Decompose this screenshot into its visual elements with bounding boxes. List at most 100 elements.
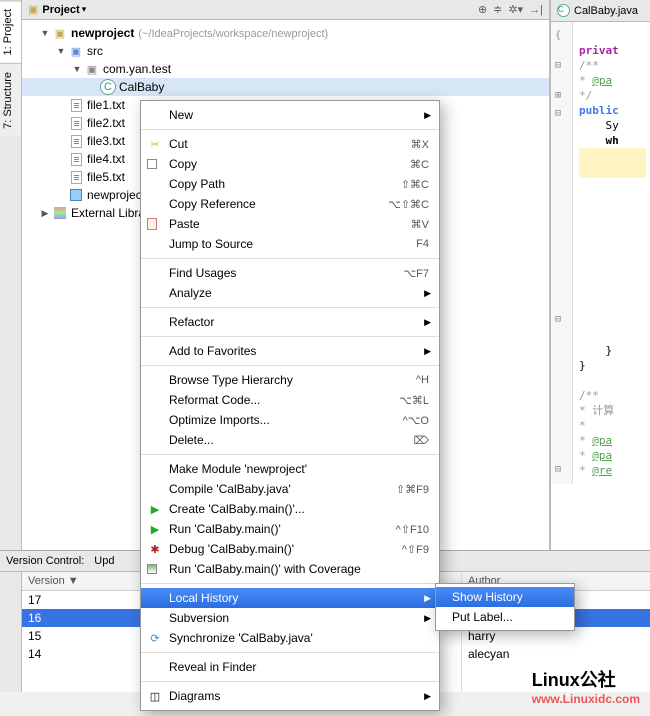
vc-toolbar [0,572,22,692]
menu-label: Local History [169,591,238,605]
menu-item[interactable]: Add to Favorites ▶ [141,341,439,361]
menu-shortcut: ⇧⌘C [401,178,429,191]
submenu-arrow-icon: ▶ [424,691,431,702]
menu-label: Find Usages [169,266,236,280]
menu-item[interactable]: New ▶ [141,105,439,125]
menu-label: Diagrams [169,689,220,703]
menu-item[interactable]: Make Module 'newproject' [141,459,439,479]
dropdown-icon[interactable]: ▾ [82,4,87,15]
menu-shortcut: ⇧⌘F9 [396,483,429,496]
folder-icon: ▣ [28,3,38,16]
submenu-arrow-icon: ▶ [424,593,431,604]
menu-separator [141,258,439,259]
menu-separator [141,307,439,308]
menu-label: New [169,108,193,122]
collapse-icon[interactable]: →| [529,4,543,16]
tree-root[interactable]: ▼▣ newproject(~/IdeaProjects/workspace/n… [22,24,549,42]
menu-shortcut: ^⇧F9 [402,543,429,556]
target-icon[interactable]: ⊕ [478,3,487,16]
menu-separator [141,365,439,366]
sort-icon[interactable]: ≑ [493,3,502,16]
menu-shortcut: ⌘C [410,158,429,171]
editor-gutter: { ⊟ ⊞ ⊟ ⊟ ⊟ [551,22,573,484]
tree-package[interactable]: ▼▣ com.yan.test [22,60,549,78]
local-history-submenu: Show History Put Label... [435,583,575,631]
left-tab-strip: 1: Project 7: Structure [0,0,22,550]
menu-item[interactable]: Compile 'CalBaby.java' ⇧⌘F9 [141,479,439,499]
menu-item[interactable]: Copy ⌘C [141,154,439,174]
menu-item[interactable]: Find Usages ⌥F7 [141,263,439,283]
menu-item[interactable]: Subversion ▶ [141,608,439,628]
cov-icon [147,564,157,574]
menu-item[interactable]: ✱ Debug 'CalBaby.main()' ^⇧F9 [141,539,439,559]
menu-item[interactable]: Copy Path ⇧⌘C [141,174,439,194]
menu-item[interactable]: Refactor▶ [141,312,439,332]
context-menu: New ▶ ✂Cut⌘X Copy ⌘C Copy Path ⇧⌘C Copy Referen… [140,100,440,711]
class-icon: C [557,4,570,17]
submenu-arrow-icon: ▶ [424,288,431,299]
watermark: Linux公社 www.Linuxidc.com [532,666,640,706]
menu-item[interactable]: Reformat Code...⌥⌘L [141,390,439,410]
menu-label: Subversion [169,611,229,625]
menu-item[interactable]: Local History ▶ [141,588,439,608]
menu-separator [141,454,439,455]
vc-tab[interactable]: Upd [94,555,114,567]
menu-shortcut: ⌘V [411,218,429,231]
menu-label: Compile 'CalBaby.java' [169,482,291,496]
gear-icon[interactable]: ✲▾ [508,3,523,16]
menu-label: Optimize Imports... [169,413,270,427]
tree-src[interactable]: ▼▣ src [22,42,549,60]
menu-separator [141,129,439,130]
menu-shortcut: ^H [416,374,429,386]
menu-item[interactable]: Run 'CalBaby.main()' with Coverage [141,559,439,579]
debug-icon: ✱ [147,541,163,557]
menu-label: Analyze [169,286,212,300]
menu-label: Debug 'CalBaby.main()' [169,542,294,556]
structure-tab[interactable]: 7: Structure [0,63,21,137]
menu-item[interactable]: Analyze ▶ [141,283,439,303]
menu-item[interactable]: Reveal in Finder [141,657,439,677]
run-icon: ▶ [147,521,163,537]
code-area[interactable]: { ⊟ ⊞ ⊟ ⊟ ⊟ privat /** * @pa */ public S… [551,22,650,484]
menu-item[interactable]: Jump to SourceF4 [141,234,439,254]
menu-shortcut: ⌥F7 [403,267,429,280]
submenu-arrow-icon: ▶ [424,613,431,624]
menu-item[interactable]: ✂Cut⌘X [141,134,439,154]
menu-item[interactable]: ⟳Synchronize 'CalBaby.java' [141,628,439,648]
menu-item[interactable]: Delete...⌦ [141,430,439,450]
project-panel-header: ▣ Project ▾ ⊕ ≑ ✲▾ →| [22,0,549,20]
menu-label: Run 'CalBaby.main()' with Coverage [169,562,361,576]
menu-shortcut: ^⌥O [403,414,429,427]
editor-panel: C CalBaby.java { ⊟ ⊞ ⊟ ⊟ ⊟ privat /** * … [550,0,650,550]
editor-tab[interactable]: C CalBaby.java [551,0,650,22]
submenu-arrow-icon: ▶ [424,110,431,121]
submenu-arrow-icon: ▶ [424,346,431,357]
menu-item[interactable]: Copy Reference⌥⇧⌘C [141,194,439,214]
menu-label: Delete... [169,433,214,447]
menu-put-label[interactable]: Put Label... [436,607,574,627]
menu-label: Add to Favorites [169,344,256,358]
menu-separator [141,583,439,584]
copy-icon [147,159,157,169]
menu-label: Reformat Code... [169,393,260,407]
menu-show-history[interactable]: Show History [436,587,574,607]
menu-separator [141,681,439,682]
paste-icon [147,218,157,230]
menu-label: Reveal in Finder [169,660,256,674]
menu-label: Copy Path [169,177,225,191]
menu-label: Cut [169,137,188,151]
menu-item[interactable]: Browse Type Hierarchy^H [141,370,439,390]
menu-item[interactable]: Optimize Imports... ^⌥O [141,410,439,430]
menu-separator [141,336,439,337]
vc-author-cell[interactable]: alecyan [462,645,650,663]
menu-item[interactable]: Paste⌘V [141,214,439,234]
menu-item[interactable]: ◫ Diagrams ▶ [141,686,439,706]
menu-shortcut: ^⇧F10 [396,523,429,536]
menu-shortcut: ⌥⇧⌘C [388,198,429,211]
menu-label: Copy [169,157,197,171]
project-tab[interactable]: 1: Project [0,0,21,63]
menu-item[interactable]: ▶Create 'CalBaby.main()'... [141,499,439,519]
menu-item[interactable]: ▶Run 'CalBaby.main()'^⇧F10 [141,519,439,539]
tree-class-calbaby[interactable]: C CalBaby [22,78,549,96]
diag-icon: ◫ [147,688,163,704]
